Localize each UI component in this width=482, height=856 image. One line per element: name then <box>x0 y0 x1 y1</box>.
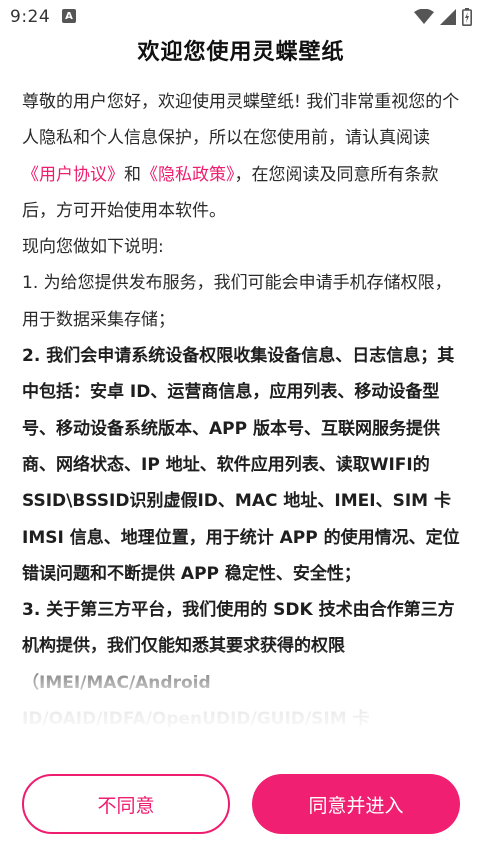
notification-icon: A <box>62 9 76 23</box>
battery-icon <box>462 8 472 26</box>
status-time: 9:24 <box>10 7 51 27</box>
intro-and: 和 <box>124 164 141 185</box>
user-agreement-link[interactable]: 《用户协议》 <box>22 165 124 185</box>
status-bar: 9:24 A <box>0 0 482 34</box>
item-1: 1. 为给您提供发布服务，我们可能会申请手机存储权限，用于数据采集存储； <box>22 273 452 330</box>
explain-text: 现向您做如下说明: <box>22 237 164 258</box>
dialog-title: 欢迎您使用灵蝶壁纸 <box>137 40 345 65</box>
item-2: 2. 我们会申请系统设备权限收集设备信息、日志信息；其中包括：安卓 ID、运营商… <box>22 346 460 584</box>
wifi-icon <box>414 9 434 24</box>
disagree-button[interactable]: 不同意 <box>22 774 230 834</box>
agreement-text: 尊敬的用户您好，欢迎使用灵蝶壁纸! 我们非常重视您的个人隐私和个人信息保护，所以… <box>22 84 462 752</box>
agree-button[interactable]: 同意并进入 <box>252 774 460 834</box>
intro-paragraph: 尊敬的用户您好，欢迎使用灵蝶壁纸! 我们非常重视您的个人隐私和个人信息保护，所以… <box>22 84 462 229</box>
status-icons <box>414 8 472 26</box>
item-3: 3. 关于第三方平台，我们使用的 SDK 技术由合作第三方机构提供，我们仅能知悉… <box>22 600 455 752</box>
privacy-policy-link[interactable]: 《隐私政策》 <box>141 165 235 185</box>
signal-icon <box>440 9 456 25</box>
intro-text-1: 尊敬的用户您好，欢迎使用灵蝶壁纸! 我们非常重视您的个人隐私和个人信息保护，所以… <box>22 92 460 149</box>
privacy-consent-screen: 9:24 A 欢迎您使用灵蝶壁纸 尊敬的用户您好，欢迎使用灵蝶壁纸! 我们非常重… <box>0 0 482 856</box>
